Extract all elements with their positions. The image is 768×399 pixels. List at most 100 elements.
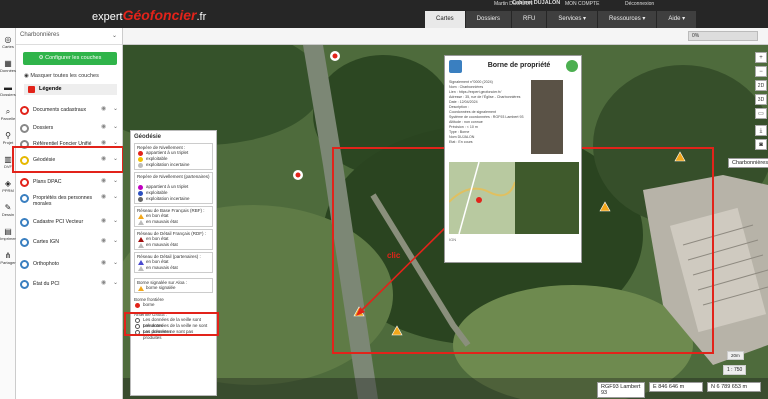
rail-item[interactable]: ◎ Cartes [0,36,16,50]
logo-suffix: .fr [196,11,207,23]
rbf-item: en bon état [146,213,169,218]
projection-label: RGF93 Lambert 93 [601,384,641,396]
chevron-down-icon[interactable]: ⌄ [113,218,118,224]
rn-item: exploitation incertaine [146,162,190,167]
pin-icon: ⚲ [5,131,11,140]
nav-tab[interactable]: Ressources ▾ [598,11,658,28]
layer-label: Documents cadastraux [33,107,87,113]
frontiere-item: borne [143,302,155,307]
nav-tab[interactable]: Aide ▾ [657,11,698,28]
eye-icon[interactable]: ◉ [101,106,106,112]
rn-section: Repère de Nivellement : appartient à un … [134,143,213,170]
chevron-down-icon[interactable]: ⌄ [113,178,118,184]
layer-icon [20,280,29,289]
layer-label: Plans DPAC [33,179,62,185]
eye-icon[interactable]: ◉ [101,124,106,130]
zoom-out-button[interactable]: − [755,66,767,77]
rail-item[interactable]: ✎ Dessin [0,204,16,218]
legend-row: borne [134,302,213,308]
rp-item: exploitable [146,190,168,195]
aerial-thumbnail [515,162,579,234]
camera-icon[interactable]: ◙ [755,139,767,150]
red-dot-icon [135,303,140,308]
logo-brand: Géofoncier [122,7,197,23]
geofoncier-logo[interactable]: expertGéofoncier.fr [92,7,206,23]
chevron-down-icon[interactable]: ⌄ [113,124,118,130]
card-details: Signalement n°0000 (2024) Nom : Charbonni… [449,80,527,145]
highlight-aloa-legend [124,312,219,336]
chevron-down-icon: ⌄ [111,33,117,39]
nav-tab[interactable]: RFU [512,11,548,28]
download-icon[interactable]: ⤓ [755,125,767,136]
rail-item[interactable]: ⚲ Projet [0,131,16,146]
eye-icon[interactable]: ◉ [101,280,106,286]
chevron-down-icon[interactable]: ⌄ [113,106,118,112]
top-navigation-bar: expertGéofoncier.fr Martin DUJALON Cabin… [0,0,768,28]
geodesie-legend-panel: Géodésie Repère de Nivellement : apparti… [130,130,217,396]
legend-row: en mauvais état [137,219,210,225]
map-source-label: IGN [449,237,457,242]
rail-item[interactable]: ▦ Données [0,59,17,74]
layer-icon [20,194,29,203]
eye-icon[interactable]: ◉ [101,260,106,266]
hide-all-label: Masquer toutes les couches [30,73,99,79]
rail-item[interactable]: ⋔ Partager [0,252,16,266]
map-icon: ▦ [4,59,12,68]
measure-icon[interactable]: ▭ [755,108,767,119]
chevron-down-icon[interactable]: ⌄ [113,280,118,286]
rp-item: exploitation incertaine [146,196,190,201]
rail-label: Données [0,68,17,73]
aloa-triangle-icon [138,286,144,291]
context-selector[interactable]: Charbonnières ⌄ [16,28,122,45]
rdf-item: en bon état [146,236,169,241]
layer-label: Orthophoto [33,261,59,267]
rail-label: Partager [0,260,16,265]
logout-link[interactable]: Déconnexion [625,1,654,7]
rail-item[interactable]: ▬ Dossiers [0,83,16,98]
rbf-item: en mauvais état [146,219,178,224]
legend-row: exploitation incertaine [137,196,210,202]
borne-info-card: Borne de propriété Signalement n°0000 (2… [444,55,582,263]
legend-row: en mauvais état [137,265,210,271]
legend-row: exploitation incertaine [137,162,210,168]
geofoncier-icon [449,60,462,73]
3d-button[interactable]: 3D [755,94,767,105]
layer-label: État du PCI [33,281,60,287]
borne-photo[interactable] [531,80,563,154]
nav-tab[interactable]: Services ▾ [547,11,599,28]
card-line: Etat : En cours [449,140,473,144]
chevron-down-icon[interactable]: ⌄ [113,194,118,200]
zoom-in-button[interactable]: + [755,52,767,63]
legend-row: en mauvais état [137,242,210,248]
rail-label: Projet [2,140,14,145]
rail-label: Imprimer [0,236,16,241]
chevron-down-icon[interactable]: ⌄ [113,238,118,244]
rdf-section: Réseau de Détail Français (RDF) : en bon… [134,229,213,250]
grey-dot-icon [138,163,143,168]
legend-row: borne signalée [137,285,210,291]
rail-item[interactable]: ▤ Imprimer [0,228,16,242]
nav-tab[interactable]: Cartes [425,11,466,28]
folder-icon: ▬ [4,83,12,92]
hide-all-layers-toggle[interactable]: ◉ Masquer toutes les couches [24,73,99,79]
legend-button[interactable]: Légende [24,84,117,95]
rail-item[interactable]: ⌕ Parcelle [0,108,16,122]
chevron-down-icon[interactable]: ⌄ [113,260,118,266]
rail-item[interactable]: ◈ PPRM [0,179,16,194]
click-annotation: clic [387,251,401,260]
eye-icon[interactable]: ◉ [101,194,106,200]
scale-value[interactable]: 1 : 750 [723,365,747,375]
easting-readout: E 846 646 m [649,382,703,392]
eye-icon[interactable]: ◉ [101,238,106,244]
layers-icon: ◈ [4,179,12,188]
configure-layers-button[interactable]: ⚙ Configurer les couches [23,52,117,65]
layer-icon [20,124,29,133]
eye-icon[interactable]: ◉ [101,218,106,224]
rdp-item: en bon état [146,259,169,264]
account-link[interactable]: MON COMPTE [565,1,599,7]
projection-select[interactable]: RGF93 Lambert 93 [597,382,645,398]
nav-tab[interactable]: Dossiers [465,11,513,28]
aloa-section: Borne signalée sur Aloa : borne signalée [134,278,213,293]
2d-button[interactable]: 2D [755,80,767,91]
eye-icon[interactable]: ◉ [101,178,106,184]
